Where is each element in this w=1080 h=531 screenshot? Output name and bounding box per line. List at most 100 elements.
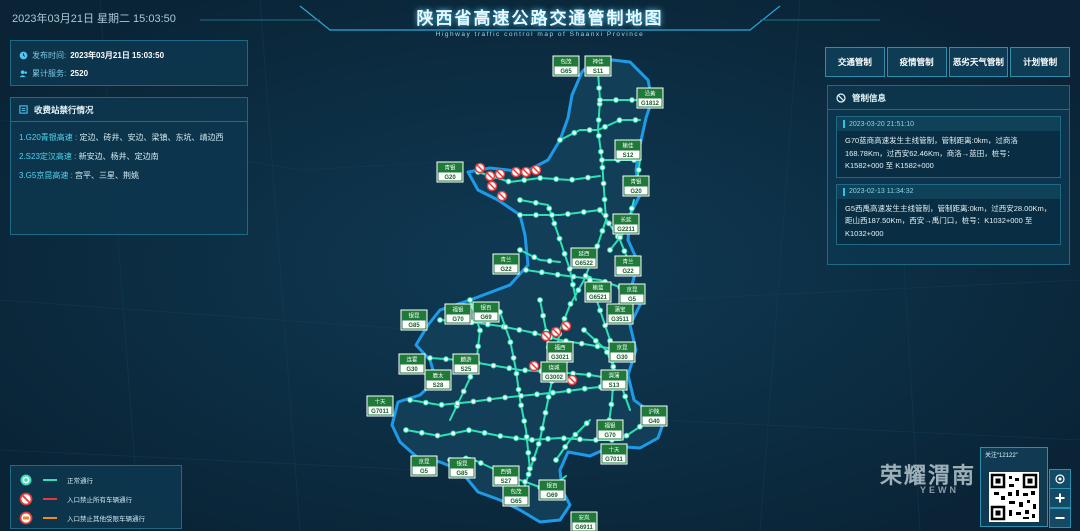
toll-station-node[interactable]	[486, 396, 493, 403]
route-shield[interactable]: 青兰 G22	[614, 255, 642, 277]
toll-station-node[interactable]	[565, 211, 571, 217]
toll-station-node[interactable]	[553, 457, 559, 463]
route-shield[interactable]: 蒲宝 G3511	[606, 303, 634, 325]
qr-code-box[interactable]: 关注“12122”	[980, 447, 1048, 527]
toll-station-node[interactable]	[585, 174, 591, 181]
toll-station-node[interactable]	[572, 431, 579, 438]
toll-station-node[interactable]	[513, 435, 519, 442]
route-shield[interactable]: 银百 G69	[538, 479, 566, 501]
toll-station-node[interactable]	[545, 435, 551, 442]
route-shield[interactable]: 长延 G2211	[612, 213, 640, 235]
toll-station-node[interactable]	[477, 460, 484, 466]
toll-item[interactable]: 1.G20青银高速 : 定边、砖井、安边、梁镇、东坑、靖边西	[19, 128, 239, 147]
toll-station-node[interactable]	[581, 385, 588, 392]
toll-station-node[interactable]	[556, 235, 563, 242]
ban-all-marker[interactable]	[520, 166, 532, 178]
toll-station-node[interactable]	[484, 321, 491, 328]
route-shield[interactable]: 京昆 G5	[618, 283, 646, 305]
route-shield[interactable]: 神佳 S11	[584, 55, 612, 77]
route-shield[interactable]: 延西 G6522	[570, 247, 598, 269]
toll-station-node[interactable]	[521, 177, 528, 184]
toll-station-node[interactable]	[581, 327, 587, 333]
toll-station-node[interactable]	[518, 402, 524, 409]
toll-station-node[interactable]	[518, 393, 524, 399]
toll-station-node[interactable]	[586, 127, 593, 133]
ban-all-marker[interactable]	[566, 374, 578, 386]
route-shield[interactable]: 银百 G69	[472, 301, 500, 323]
toll-station-node[interactable]	[583, 420, 590, 427]
toll-station-node[interactable]	[600, 180, 607, 187]
toll-station-node[interactable]	[628, 205, 635, 212]
toll-station-node[interactable]	[537, 297, 543, 303]
toll-station-node[interactable]	[532, 330, 538, 337]
toll-station-node[interactable]	[569, 176, 575, 183]
route-shield[interactable]: 福银 G70	[596, 419, 624, 441]
toll-station-node[interactable]	[510, 355, 517, 361]
ban-all-marker[interactable]	[486, 180, 498, 192]
toll-station-node[interactable]	[517, 197, 523, 203]
ban-all-marker[interactable]	[510, 166, 522, 178]
toll-station-node[interactable]	[599, 157, 605, 163]
ban-all-marker[interactable]	[560, 320, 572, 332]
toll-station-node[interactable]	[497, 433, 504, 439]
route-shield[interactable]: 西镇 S27	[492, 465, 520, 487]
toll-item[interactable]: 2.S23定汉高速 : 新安边、杨井、定边南	[19, 147, 239, 166]
toll-station-node[interactable]	[550, 389, 556, 396]
toll-station-node[interactable]	[517, 247, 523, 253]
toll-station-node[interactable]	[622, 393, 629, 400]
toll-station-node[interactable]	[632, 117, 639, 123]
toll-station-node[interactable]	[561, 315, 568, 322]
toll-station-node[interactable]	[606, 220, 612, 227]
ban-all-marker[interactable]	[474, 162, 486, 174]
toll-station-node[interactable]	[635, 167, 642, 173]
toll-station-node[interactable]	[551, 220, 558, 227]
route-shield[interactable]: 沪陕 G40	[640, 405, 668, 427]
toll-station-node[interactable]	[525, 449, 532, 456]
toll-station-node[interactable]	[505, 178, 512, 185]
route-shield[interactable]: 绕城 G3002	[540, 361, 568, 383]
route-shield[interactable]: 包茂 G65	[502, 485, 530, 507]
toll-station-node[interactable]	[531, 254, 538, 261]
toll-station-node[interactable]	[580, 209, 587, 215]
toll-station-node[interactable]	[597, 307, 603, 314]
toll-station-node[interactable]	[438, 401, 445, 408]
toll-station-node[interactable]	[616, 117, 623, 124]
toll-station-node[interactable]	[523, 267, 529, 273]
toll-station-node[interactable]	[621, 248, 628, 255]
route-shield[interactable]: 青兰 G22	[492, 253, 520, 275]
route-shield[interactable]: 渭蒲 S13	[600, 369, 628, 391]
ban-all-marker[interactable]	[550, 326, 562, 338]
locate-button[interactable]	[1049, 469, 1071, 489]
tab-epidemic-control[interactable]: 疫情管制	[886, 47, 947, 77]
toll-station-node[interactable]	[549, 212, 555, 218]
toll-station-node[interactable]	[601, 196, 608, 203]
toll-station-node[interactable]	[554, 271, 561, 278]
toll-station-node[interactable]	[427, 355, 433, 361]
ban-all-marker[interactable]	[540, 330, 552, 342]
toll-station-node[interactable]	[490, 362, 497, 369]
toll-station-node[interactable]	[502, 324, 509, 331]
toll-station-node[interactable]	[532, 199, 539, 206]
toll-station-node[interactable]	[592, 337, 599, 344]
toll-station-node[interactable]	[595, 117, 602, 123]
toll-station-node[interactable]	[437, 317, 443, 323]
toll-station-node[interactable]	[517, 212, 523, 218]
toll-station-node[interactable]	[470, 398, 477, 405]
toll-station-node[interactable]	[561, 435, 567, 442]
toll-station-node[interactable]	[594, 343, 601, 350]
toll-station-node[interactable]	[530, 456, 537, 463]
toll-station-node[interactable]	[617, 234, 623, 241]
route-shield[interactable]: 眉太 S28	[424, 369, 452, 391]
ban-all-marker[interactable]	[494, 168, 506, 180]
toll-station-node[interactable]	[533, 212, 539, 218]
toll-station-node[interactable]	[610, 363, 617, 370]
route-shield[interactable]: 青银 G20	[436, 161, 464, 183]
toll-station-node[interactable]	[570, 273, 577, 280]
toll-station-node[interactable]	[545, 394, 552, 400]
toll-station-node[interactable]	[502, 394, 509, 401]
toll-station-node[interactable]	[571, 129, 578, 136]
toll-station-node[interactable]	[629, 97, 635, 103]
toll-station-node[interactable]	[467, 374, 474, 380]
toll-station-node[interactable]	[407, 397, 413, 403]
toll-station-node[interactable]	[422, 399, 429, 406]
